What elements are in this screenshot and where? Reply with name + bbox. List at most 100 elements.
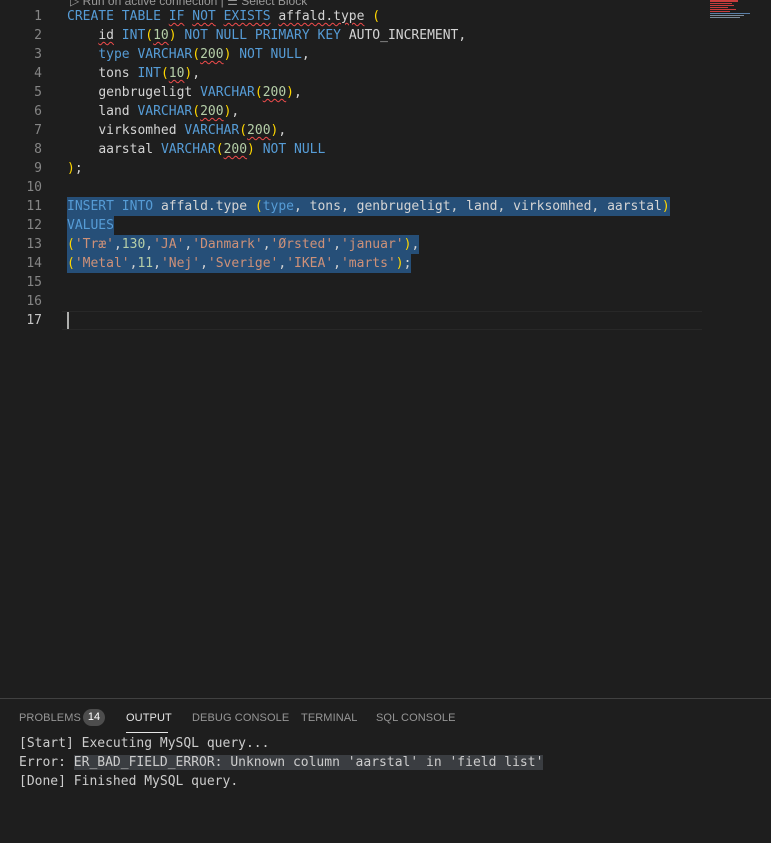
number: 200 <box>247 123 271 138</box>
code-line[interactable]: 7 virksomhed VARCHAR(200), <box>0 121 771 140</box>
line-number: 10 <box>26 180 42 195</box>
line-content-selected[interactable]: ('Metal',11,'Nej','Sverige','IKEA','mart… <box>67 254 412 273</box>
bracket: ( <box>254 85 263 100</box>
line-content[interactable]: ); <box>67 159 83 178</box>
tab-sql-console[interactable]: SQL CONSOLE <box>376 711 456 725</box>
bracket: ( <box>67 256 75 271</box>
line-content-selected[interactable]: ('Træ',130,'JA','Danmark','Ørsted','janu… <box>67 235 420 254</box>
string: 'Sverige' <box>207 256 279 271</box>
bracket: ( <box>254 199 263 214</box>
tab-problems[interactable]: PROBLEMS <box>19 711 81 725</box>
line-number: 6 <box>34 104 42 119</box>
number: 11 <box>137 256 154 271</box>
line-number: 4 <box>34 66 42 81</box>
code-line[interactable]: 14 ('Metal',11,'Nej','Sverige','IKEA','m… <box>0 254 771 273</box>
tab-output[interactable]: OUTPUT <box>126 711 172 725</box>
sql-keyword: PRIMARY <box>254 28 310 43</box>
line-number: 13 <box>26 237 42 252</box>
table-name: affald.type <box>278 9 365 24</box>
column-name: genbrugeligt <box>98 85 193 100</box>
code-line[interactable]: 4 tons INT(10), <box>0 64 771 83</box>
code-line[interactable]: 1 CREATE TABLE IF NOT EXISTS affald.type… <box>0 7 771 26</box>
string: 'Ørsted' <box>270 237 334 252</box>
string: 'januar' <box>340 237 404 252</box>
bracket: ( <box>192 47 201 62</box>
column-name: id <box>98 28 114 43</box>
bracket: ( <box>67 237 75 252</box>
sql-keyword: NOT <box>192 9 216 24</box>
text-cursor <box>67 312 69 329</box>
sql-type: VARCHAR <box>137 47 193 62</box>
code-line[interactable]: 5 genbrugeligt VARCHAR(200), <box>0 83 771 102</box>
punctuation: , <box>113 237 122 252</box>
code-line[interactable]: 16 <box>0 292 771 311</box>
number: 200 <box>262 85 287 100</box>
code-line[interactable]: 11 INSERT INTO affald.type (type, tons, … <box>0 197 771 216</box>
code-line[interactable]: 12 VALUES <box>0 216 771 235</box>
line-content[interactable]: CREATE TABLE IF NOT EXISTS affald.type ( <box>67 7 380 26</box>
output-line: [Done] Finished MySQL query. <box>19 774 239 789</box>
number: 200 <box>200 47 224 62</box>
sql-type: VARCHAR <box>200 85 255 100</box>
line-content[interactable]: tons INT(10), <box>67 64 200 83</box>
sql-keyword: VALUES <box>67 218 114 233</box>
sql-keyword: KEY <box>317 28 341 43</box>
line-number: 9 <box>34 161 42 176</box>
code-line-active[interactable]: 17 <box>0 311 771 330</box>
bracket: ( <box>215 142 224 157</box>
string: 'Danmark' <box>192 237 263 252</box>
line-content[interactable]: genbrugeligt VARCHAR(200), <box>67 83 302 102</box>
punctuation: , <box>145 237 154 252</box>
line-number: 12 <box>26 218 42 233</box>
punctuation: ; <box>74 161 83 176</box>
sql-keyword: NULL <box>270 47 302 62</box>
bracket: ( <box>160 66 169 81</box>
code-line[interactable]: 3 type VARCHAR(200) NOT NULL, <box>0 45 771 64</box>
code-line[interactable]: 6 land VARCHAR(200), <box>0 102 771 121</box>
bracket: ) <box>168 28 177 43</box>
sql-type: INT <box>121 28 146 43</box>
line-content[interactable]: virksomhed VARCHAR(200), <box>67 121 286 140</box>
punctuation: , <box>301 47 310 62</box>
number: 130 <box>121 237 146 252</box>
bracket: ) <box>223 47 232 62</box>
output-line: [Start] Executing MySQL query... <box>19 736 270 751</box>
line-content-selected[interactable]: INSERT INTO affald.type (type, tons, gen… <box>67 197 670 216</box>
code-line[interactable]: 15 <box>0 273 771 292</box>
column-name: land <box>98 104 130 119</box>
line-number: 7 <box>34 123 42 138</box>
sql-keyword: NOT <box>262 142 287 157</box>
number: 10 <box>168 66 185 81</box>
code-line[interactable]: 8 aarstal VARCHAR(200) NOT NULL <box>0 140 771 159</box>
line-number: 11 <box>26 199 42 214</box>
tab-terminal[interactable]: TERMINAL <box>301 711 357 725</box>
bottom-panel: PROBLEMS 14 OUTPUT DEBUG CONSOLE TERMINA… <box>0 698 771 843</box>
line-content[interactable]: aarstal VARCHAR(200) NOT NULL <box>67 140 325 159</box>
punctuation: , <box>153 256 161 271</box>
line-content-selected[interactable]: VALUES <box>67 216 114 235</box>
column-list: , tons, genbrugeligt, land, virksomhed, … <box>294 199 662 214</box>
bracket: ) <box>286 85 294 100</box>
string: 'Metal' <box>74 256 130 271</box>
sql-keyword: CREATE <box>67 9 114 24</box>
code-line[interactable]: 9 ); <box>0 159 771 178</box>
punctuation: , <box>333 237 341 252</box>
line-number: 3 <box>34 47 42 62</box>
line-content[interactable]: type VARCHAR(200) NOT NULL, <box>67 45 310 64</box>
line-number: 17 <box>26 313 42 328</box>
code-editor[interactable]: ▷ Run on active connection | ☰ Select Bl… <box>0 0 771 698</box>
sql-type: VARCHAR <box>184 123 240 138</box>
column-name: type <box>262 199 294 214</box>
error-message: ER_BAD_FIELD_ERROR: Unknown column 'aars… <box>73 755 544 770</box>
tab-debug-console[interactable]: DEBUG CONSOLE <box>192 711 289 725</box>
bracket: ( <box>192 104 201 119</box>
code-line[interactable]: 10 <box>0 178 771 197</box>
string: 'Træ' <box>74 237 114 252</box>
code-line[interactable]: 2 id INT(10) NOT NULL PRIMARY KEY AUTO_I… <box>0 26 771 45</box>
line-number: 14 <box>26 256 42 271</box>
code-line[interactable]: 13 ('Træ',130,'JA','Danmark','Ørsted','j… <box>0 235 771 254</box>
line-content[interactable]: id INT(10) NOT NULL PRIMARY KEY AUTO_INC… <box>67 26 466 45</box>
line-content[interactable]: land VARCHAR(200), <box>67 102 239 121</box>
line-number: 5 <box>34 85 42 100</box>
column-name: aarstal <box>98 142 154 157</box>
